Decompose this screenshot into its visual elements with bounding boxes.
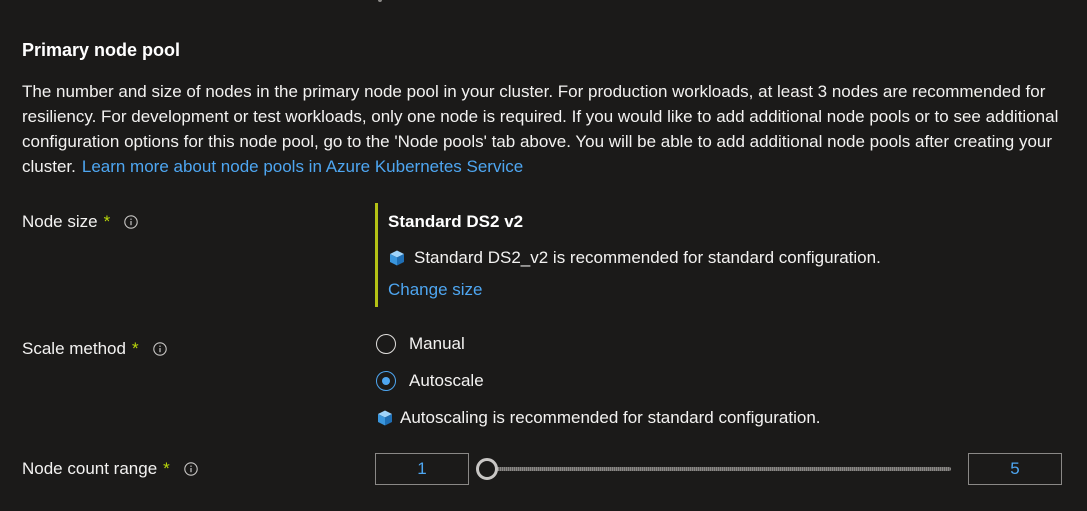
- radio-manual[interactable]: Manual: [376, 334, 465, 354]
- radio-button-unchecked[interactable]: [376, 334, 396, 354]
- node-size-label: Node size: [22, 212, 98, 231]
- change-size-link[interactable]: Change size: [388, 280, 483, 300]
- scale-method-label-row: Scale method *: [22, 339, 167, 359]
- cube-icon: [390, 250, 404, 266]
- node-size-recommendation-text: Standard DS2_v2 is recommended for stand…: [414, 248, 881, 267]
- required-marker: *: [163, 459, 170, 478]
- section-description: The number and size of nodes in the prim…: [22, 79, 1072, 179]
- required-marker: *: [103, 212, 111, 231]
- node-size-recommendation: Standard DS2_v2 is recommended for stand…: [388, 248, 881, 268]
- node-size-label-row: Node size *: [22, 212, 138, 232]
- node-count-label: Node count range: [22, 459, 158, 478]
- node-size-info-block: Standard DS2 v2 Standard DS2_v2 is recom…: [375, 203, 978, 307]
- node-count-slider-track[interactable]: [486, 467, 951, 471]
- info-icon[interactable]: [152, 342, 167, 356]
- node-count-slider-handle[interactable]: [476, 458, 498, 480]
- section-title: Primary node pool: [22, 40, 181, 60]
- cube-icon: [378, 410, 392, 426]
- autoscale-recommendation: Autoscaling is recommended for standard …: [376, 408, 821, 428]
- radio-button-checked[interactable]: [376, 371, 396, 391]
- scale-method-label: Scale method: [22, 339, 126, 358]
- radio-autoscale-label: Autoscale: [409, 371, 484, 390]
- learn-more-link[interactable]: Learn more about node pools in Azure Kub…: [82, 157, 523, 176]
- info-icon[interactable]: [184, 462, 198, 476]
- autoscale-recommendation-text: Autoscaling is recommended for standard …: [400, 408, 821, 427]
- node-count-min-input[interactable]: 1: [375, 453, 469, 485]
- node-count-max-input[interactable]: 5: [968, 453, 1062, 485]
- radio-autoscale[interactable]: Autoscale: [376, 371, 484, 391]
- info-icon[interactable]: [124, 215, 138, 229]
- node-count-label-row: Node count range *: [22, 459, 198, 479]
- scroll-fragment: [378, 0, 382, 2]
- radio-manual-label: Manual: [409, 334, 465, 353]
- selected-node-size: Standard DS2 v2: [388, 212, 524, 231]
- required-marker: *: [131, 339, 139, 358]
